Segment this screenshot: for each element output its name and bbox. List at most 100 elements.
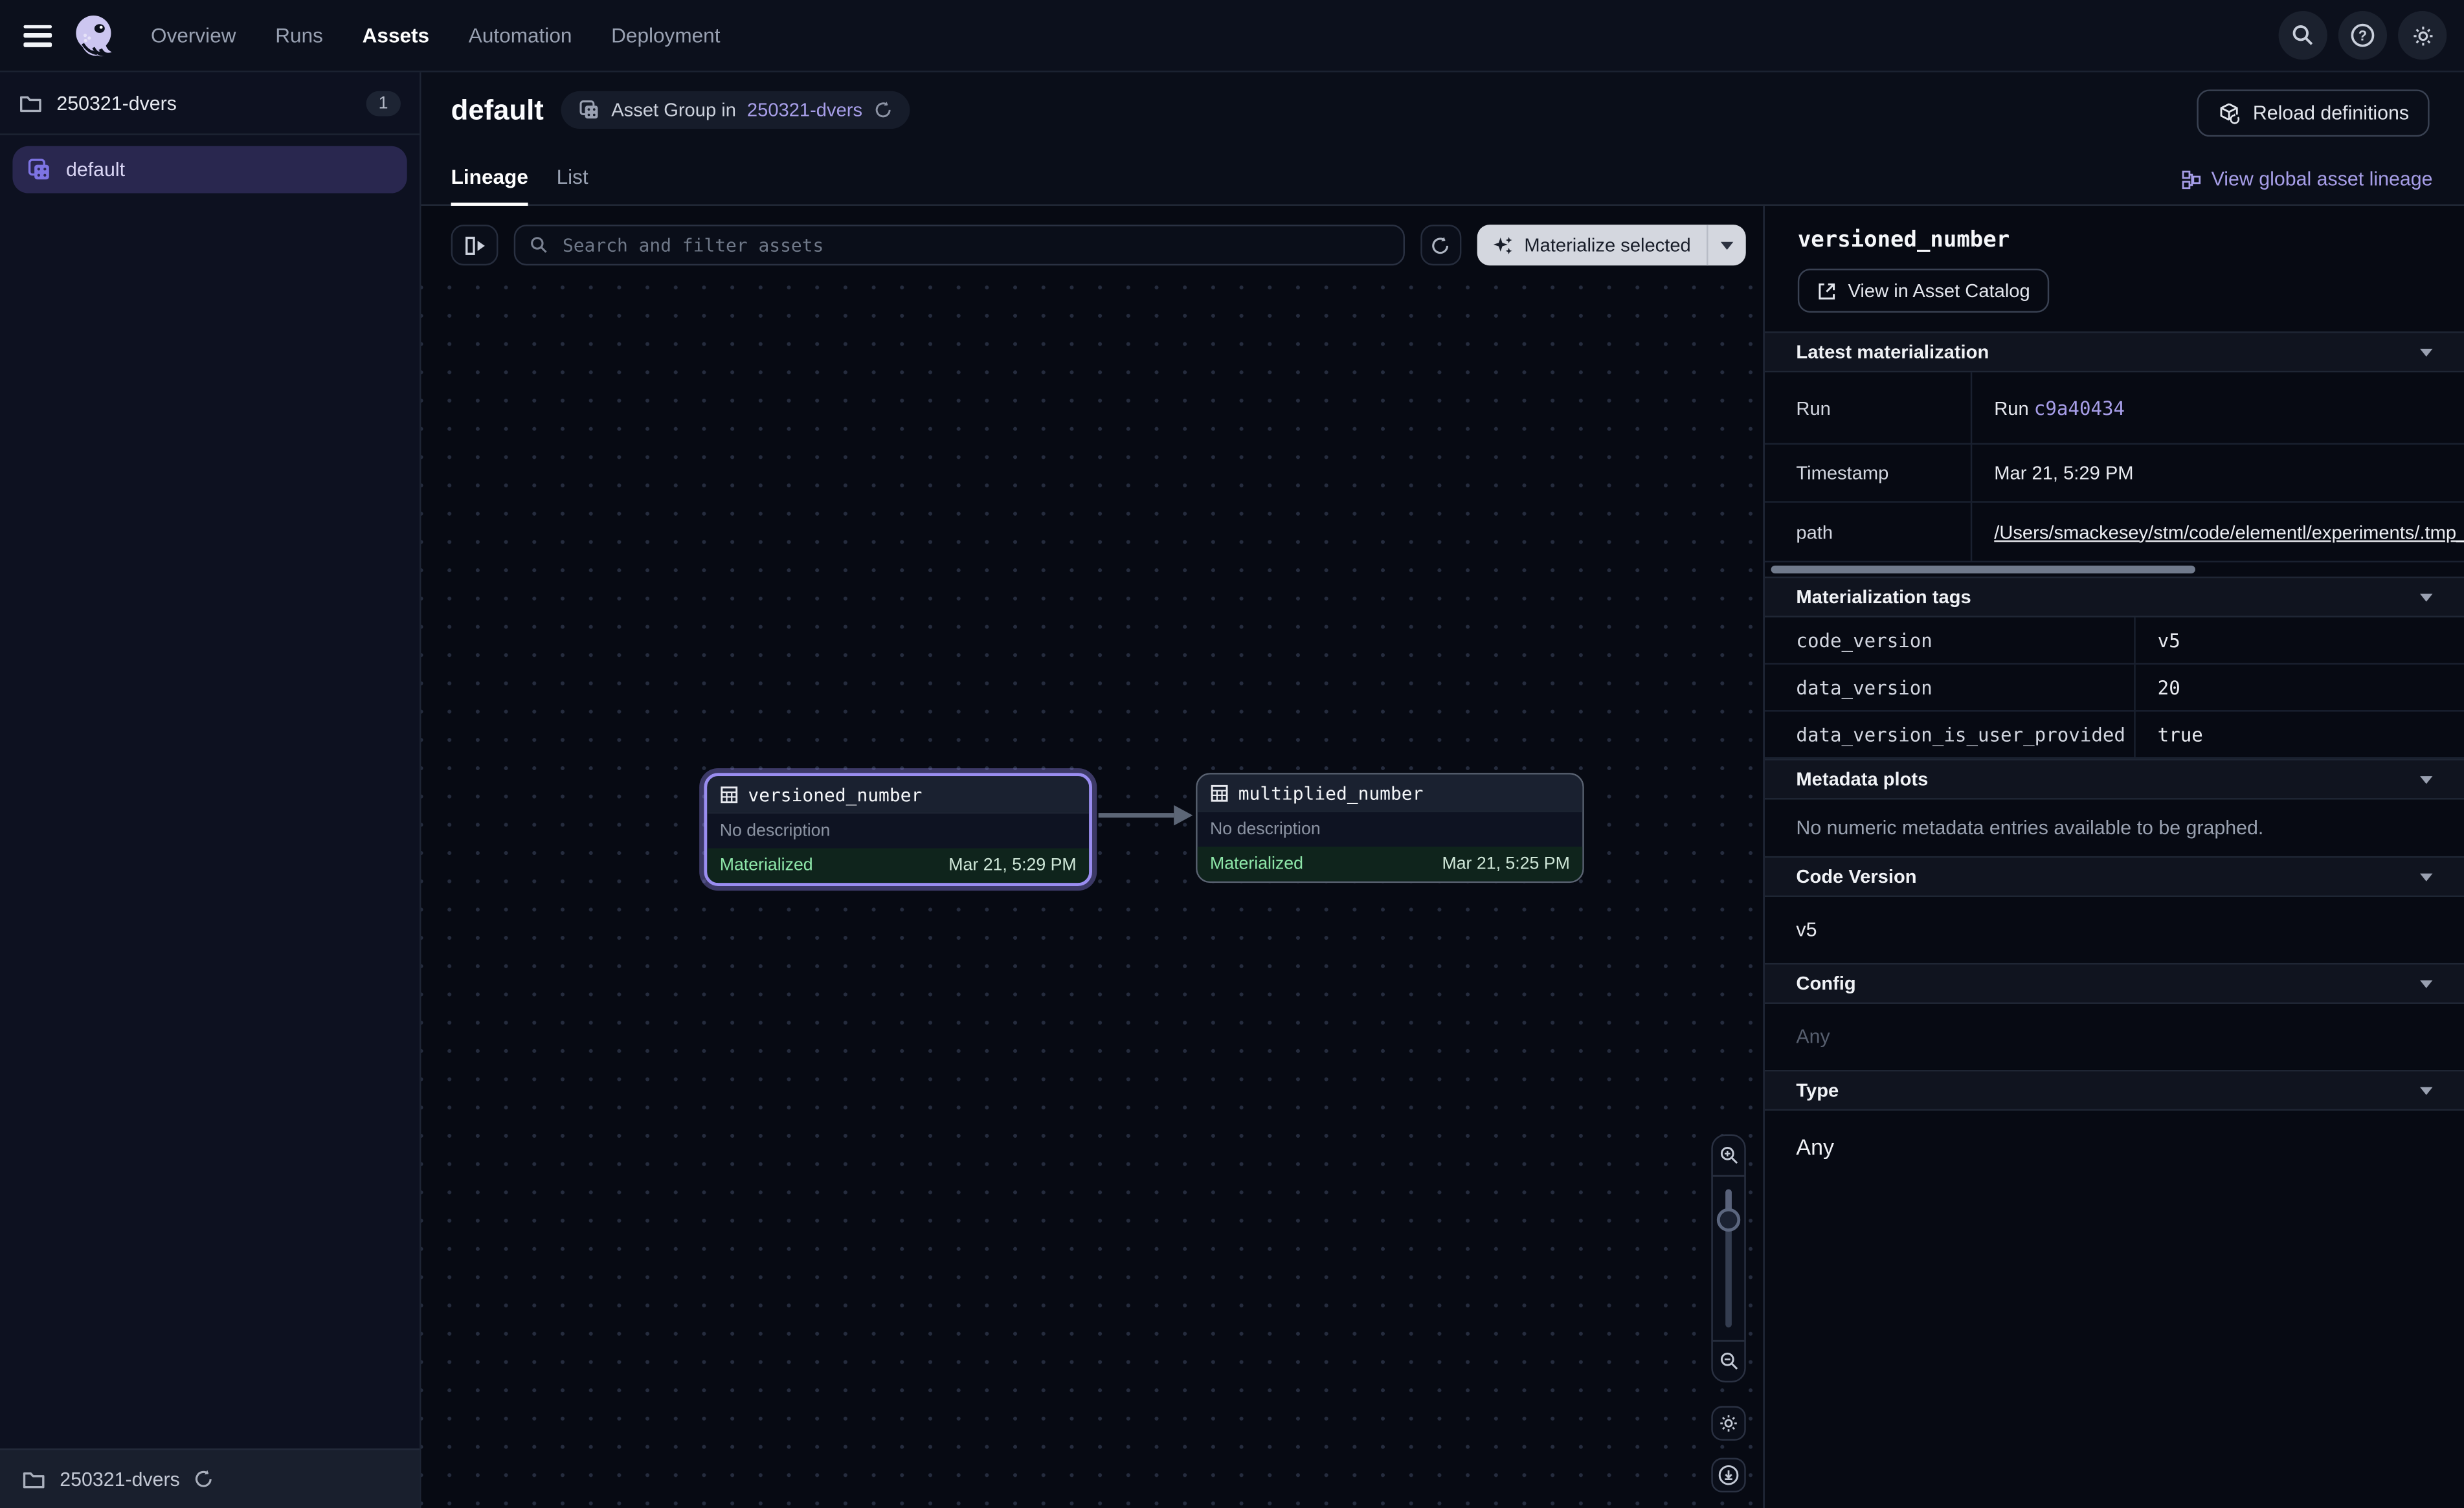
panel-expand-icon <box>463 235 486 256</box>
zoom-out-button[interactable] <box>1713 1340 1745 1380</box>
section-code-version[interactable]: Code Version <box>1765 856 2464 897</box>
footer-code-location-name: 250321-dvers <box>60 1468 180 1490</box>
tag-key: data_version_is_user_provided <box>1765 724 2134 746</box>
folder-icon <box>22 1469 45 1490</box>
refresh-icon[interactable] <box>873 100 892 119</box>
search-button[interactable] <box>2279 11 2327 60</box>
search-icon <box>2291 23 2314 47</box>
graph-canvas[interactable] <box>421 283 1764 1508</box>
sidebar-code-location[interactable]: 250321-dvers 1 <box>0 72 420 135</box>
tab-bar: Lineage List <box>451 165 588 206</box>
nav-assets[interactable]: Assets <box>363 23 430 47</box>
tab-lineage[interactable]: Lineage <box>451 165 528 206</box>
graph-refresh-button[interactable] <box>1420 225 1461 265</box>
scrollbar-thumb[interactable] <box>1771 566 2195 573</box>
view-global-asset-lineage-link[interactable]: View global asset lineage <box>2181 168 2432 190</box>
materialization-time: Mar 21, 5:29 PM <box>948 856 1076 875</box>
tag-value: true <box>2134 712 2464 757</box>
nav-runs[interactable]: Runs <box>275 23 323 47</box>
search-icon <box>530 236 548 254</box>
top-nav: Overview Runs Assets Automation Deployme… <box>0 0 2464 72</box>
run-id-link[interactable]: c9a40434 <box>2034 397 2125 419</box>
zoom-slider-thumb[interactable] <box>1717 1208 1740 1232</box>
tag-key: data_version <box>1765 676 2134 698</box>
reload-definitions-button[interactable]: Reload definitions <box>2196 89 2429 137</box>
zoom-in-button[interactable] <box>1713 1136 1745 1177</box>
tag-value: v5 <box>2134 617 2464 663</box>
search-input[interactable] <box>559 232 1389 258</box>
row-value: Run c9a40434 <box>1971 372 2464 443</box>
node-status-bar: Materialized Mar 21, 5:25 PM <box>1198 847 1583 881</box>
node-description: No description <box>1198 810 1583 847</box>
zoom-control <box>1711 1135 1745 1383</box>
nav-overview[interactable]: Overview <box>151 23 236 47</box>
help-button[interactable]: ? <box>2338 11 2387 60</box>
tag-key: code_version <box>1765 629 2134 651</box>
dagster-logo[interactable] <box>69 11 118 60</box>
settings-button[interactable] <box>2398 11 2447 60</box>
row-value: Mar 21, 5:29 PM <box>1971 445 2464 501</box>
asset-details-panel: versioned_number View in Asset Catalog L… <box>1763 206 2464 1508</box>
pill-prefix: Asset Group in <box>611 99 736 121</box>
section-metadata-plots[interactable]: Metadata plots <box>1765 759 2464 799</box>
title-row: default Asset Group in 250321-dvers <box>421 72 2464 129</box>
download-icon <box>1718 1464 1740 1486</box>
status-badge: Materialized <box>720 856 813 875</box>
graph-settings-button[interactable] <box>1711 1406 1745 1440</box>
folder-icon <box>19 93 42 113</box>
refresh-icon[interactable] <box>194 1469 215 1490</box>
sidebar-item-default[interactable]: default <box>12 146 407 194</box>
asset-name: multiplied_number <box>1238 782 1424 804</box>
materialize-selected-button[interactable]: Materialize selected <box>1477 225 1746 265</box>
row-label: Run <box>1765 397 1971 419</box>
section-type[interactable]: Type <box>1765 1070 2464 1111</box>
asset-node-versioned-number[interactable]: versioned_number No description Material… <box>704 773 1092 886</box>
zoom-out-icon <box>1718 1351 1739 1371</box>
expand-sidebar-button[interactable] <box>451 225 498 265</box>
svg-text:?: ? <box>2358 28 2367 44</box>
reload-cube-icon <box>2217 102 2240 125</box>
section-materialization-tags[interactable]: Materialization tags <box>1765 577 2464 617</box>
table-row: data_version_is_user_provided true <box>1765 712 2464 759</box>
chevron-down-icon <box>2420 979 2432 987</box>
table-icon <box>720 784 739 803</box>
app-root: Overview Runs Assets Automation Deployme… <box>0 0 2464 1508</box>
tab-list[interactable]: List <box>557 165 588 206</box>
hamburger-menu-icon[interactable] <box>23 25 52 47</box>
view-in-asset-catalog-label: View in Asset Catalog <box>1848 280 2030 302</box>
download-image-button[interactable] <box>1711 1458 1745 1492</box>
materialize-dropdown[interactable] <box>1707 225 1746 265</box>
path-link[interactable]: /Users/smackesey/stm/code/elementl/exper… <box>1994 521 2464 543</box>
zoom-in-icon <box>1718 1146 1739 1166</box>
node-status-bar: Materialized Mar 21, 5:29 PM <box>707 848 1089 883</box>
node-description: No description <box>707 812 1089 848</box>
nav-actions: ? <box>2279 11 2447 60</box>
table-row: code_version v5 <box>1765 617 2464 665</box>
code-location-name: 250321-dvers <box>56 92 177 114</box>
table-row: path /Users/smackesey/stm/code/elementl/… <box>1765 503 2464 562</box>
code-location-link[interactable]: 250321-dvers <box>747 99 862 121</box>
lineage-edge <box>1092 799 1196 831</box>
asset-count-badge: 1 <box>366 91 401 116</box>
graph-toolbar: Materialize selected <box>451 225 1746 265</box>
section-config[interactable]: Config <box>1765 963 2464 1004</box>
help-icon: ? <box>2349 22 2376 49</box>
materialize-main[interactable]: Materialize selected <box>1477 234 1707 256</box>
row-value: /Users/smackesey/stm/code/elementl/exper… <box>1971 503 2464 561</box>
materialization-time: Mar 21, 5:25 PM <box>1442 854 1569 873</box>
asset-node-multiplied-number[interactable]: multiplied_number No description Materia… <box>1196 773 1584 883</box>
nav-automation[interactable]: Automation <box>469 23 572 47</box>
view-in-asset-catalog-button[interactable]: View in Asset Catalog <box>1798 269 2049 313</box>
table-row: Timestamp Mar 21, 5:29 PM <box>1765 445 2464 503</box>
section-latest-materialization[interactable]: Latest materialization <box>1765 331 2464 372</box>
node-header: versioned_number <box>707 776 1089 812</box>
external-link-icon <box>1817 280 1837 301</box>
page-header: default Asset Group in 250321-dvers <box>421 72 2464 206</box>
sidebar-item-label: default <box>66 159 125 181</box>
asset-group-pill[interactable]: Asset Group in 250321-dvers <box>561 91 910 129</box>
nav-deployment[interactable]: Deployment <box>611 23 720 47</box>
lineage-graph: Materialize selected versioned_number No… <box>421 206 1764 1508</box>
node-header: multiplied_number <box>1198 775 1583 811</box>
zoom-slider <box>1713 1177 1745 1340</box>
config-body: Any <box>1765 1004 2464 1070</box>
